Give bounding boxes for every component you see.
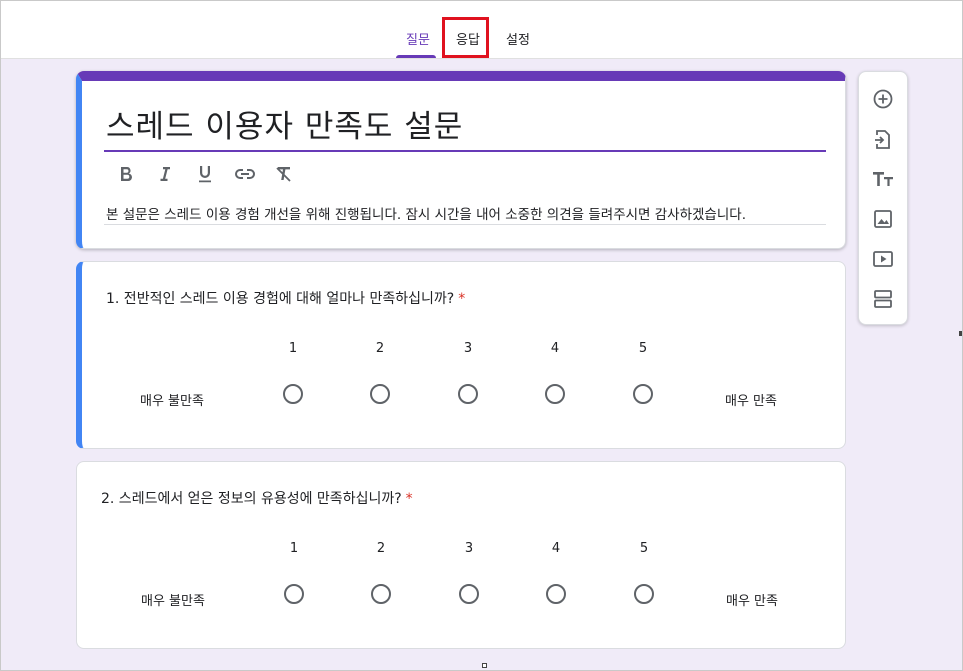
radio-option-3[interactable] (458, 384, 478, 404)
radio-option-2[interactable] (370, 384, 390, 404)
bold-icon[interactable] (115, 163, 137, 185)
add-image-icon[interactable] (871, 207, 895, 231)
title-underline (104, 150, 826, 152)
import-questions-icon[interactable] (871, 127, 895, 151)
required-mark: * (405, 491, 413, 507)
scale-min-label: 매우 불만족 (141, 594, 205, 609)
resize-handle[interactable] (959, 331, 962, 336)
form-description[interactable]: 본 설문은 스레드 이용 경험 개선을 위해 진행됩니다. 잠시 시간을 내어 … (106, 203, 746, 223)
radio-option-2[interactable] (371, 584, 391, 604)
radio-option-5[interactable] (633, 384, 653, 404)
description-underline (104, 224, 826, 225)
scale-number: 3 (463, 341, 473, 356)
radio-option-1[interactable] (283, 384, 303, 404)
add-video-icon[interactable] (871, 247, 895, 271)
link-icon[interactable] (234, 163, 256, 185)
scale-number: 3 (464, 541, 474, 556)
active-tab-indicator (396, 55, 436, 58)
italic-icon[interactable] (154, 163, 176, 185)
top-tab-bar: 질문 응답 설정 (1, 1, 962, 59)
question-title[interactable]: 1. 전반적인 스레드 이용 경험에 대해 얼마나 만족하십니까? * (106, 288, 465, 308)
required-mark: * (458, 291, 466, 307)
radio-option-1[interactable] (284, 584, 304, 604)
scale-number: 2 (375, 341, 385, 356)
question-card[interactable]: 2. 스레드에서 얻은 정보의 유용성에 만족하십니까? * 1 2 3 4 5 … (76, 461, 846, 649)
scale-number: 5 (639, 541, 649, 556)
radio-option-3[interactable] (459, 584, 479, 604)
form-title[interactable]: 스레드 이용자 만족도 설문 (106, 101, 463, 146)
forms-editor: 질문 응답 설정 스레드 이용자 만족도 설문 본 설문은 스레드 이용 경험 … (0, 0, 963, 671)
scale-number: 2 (376, 541, 386, 556)
question-title[interactable]: 2. 스레드에서 얻은 정보의 유용성에 만족하십니까? * (101, 488, 413, 508)
scale-max-label: 매우 만족 (726, 594, 778, 609)
highlight-annotation-box (442, 17, 489, 58)
radio-option-4[interactable] (545, 384, 565, 404)
scale-number: 4 (550, 341, 560, 356)
form-title-card[interactable]: 스레드 이용자 만족도 설문 본 설문은 스레드 이용 경험 개선을 위해 진행… (76, 71, 846, 249)
question-card[interactable]: 1. 전반적인 스레드 이용 경험에 대해 얼마나 만족하십니까? * 1 2 3… (76, 261, 846, 449)
add-title-icon[interactable] (871, 167, 895, 191)
question-text: 1. 전반적인 스레드 이용 경험에 대해 얼마나 만족하십니까? (106, 291, 455, 307)
clear-format-icon[interactable] (273, 163, 295, 185)
resize-handle[interactable] (482, 663, 487, 668)
underline-icon[interactable] (194, 163, 216, 185)
scale-max-label: 매우 만족 (725, 394, 777, 409)
scale-number: 4 (551, 541, 561, 556)
scale-number: 1 (288, 341, 298, 356)
radio-option-5[interactable] (634, 584, 654, 604)
tab-settings[interactable]: 설정 (506, 29, 530, 59)
add-section-icon[interactable] (871, 287, 895, 311)
question-text: 2. 스레드에서 얻은 정보의 유용성에 만족하십니까? (101, 491, 402, 507)
add-question-icon[interactable] (871, 87, 895, 111)
scale-number: 1 (289, 541, 299, 556)
scale-min-label: 매우 불만족 (140, 394, 204, 409)
radio-option-4[interactable] (546, 584, 566, 604)
floating-toolbar (858, 71, 908, 325)
scale-number: 5 (638, 341, 648, 356)
